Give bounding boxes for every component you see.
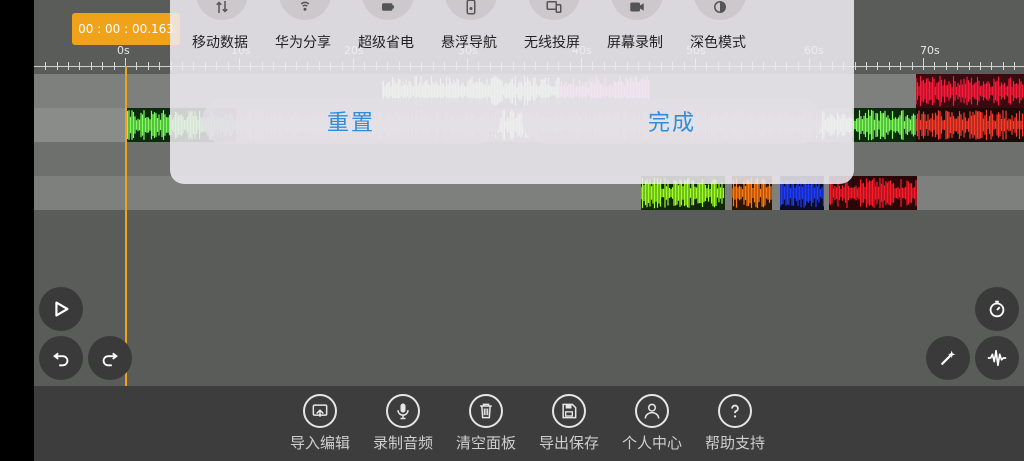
cast-icon bbox=[546, 1, 562, 13]
ruler-tick bbox=[877, 62, 879, 70]
timer-button[interactable] bbox=[975, 287, 1019, 331]
waveform-path bbox=[852, 109, 916, 141]
ruler-tick bbox=[923, 58, 924, 70]
play-icon bbox=[55, 301, 69, 317]
ruler-tick bbox=[56, 62, 58, 70]
ruler-tick bbox=[911, 62, 913, 70]
mic-icon bbox=[397, 403, 409, 420]
waveform-path bbox=[916, 75, 1024, 107]
record-audio-label: 录制音频 bbox=[372, 434, 433, 452]
qs-label-float-nav: 悬浮导航 bbox=[441, 35, 497, 51]
bottom-toolbar: 导入编辑 录制音频 清空面板 导出保存 个人中心 帮助支持 bbox=[34, 386, 1024, 461]
done-button[interactable]: 完成 bbox=[522, 98, 822, 144]
clear-panel-button[interactable]: 清空面板 bbox=[445, 394, 527, 458]
qs-label-battery: 超级省电 bbox=[358, 35, 414, 51]
help-icon bbox=[731, 404, 739, 418]
save-icon bbox=[562, 403, 577, 419]
left-black-bar bbox=[0, 0, 34, 461]
audio-clip[interactable] bbox=[916, 108, 1024, 142]
qs-tile-mobile-data[interactable] bbox=[196, 0, 248, 20]
qs-tile-battery[interactable] bbox=[362, 0, 414, 20]
ruler-tick bbox=[934, 62, 936, 70]
battery-icon bbox=[382, 3, 394, 11]
timer-icon bbox=[989, 300, 1005, 318]
ruler-tick bbox=[968, 62, 970, 70]
user-icon bbox=[644, 403, 660, 419]
ruler-tick bbox=[159, 62, 161, 70]
qs-label-share: 华为分享 bbox=[275, 35, 331, 51]
tick-label-70: 70s bbox=[920, 44, 940, 57]
ruler-tick bbox=[957, 62, 959, 70]
playhead[interactable] bbox=[125, 66, 127, 386]
qs-tile-cast[interactable] bbox=[528, 0, 580, 20]
user-center-button[interactable]: 个人中心 bbox=[611, 394, 693, 458]
audio-clip[interactable] bbox=[916, 74, 1024, 108]
qs-label-screen-record: 屏幕录制 bbox=[607, 35, 663, 51]
qs-label-mobile-data: 移动数据 bbox=[192, 35, 248, 51]
audio-clip[interactable] bbox=[852, 108, 916, 142]
ruler-tick bbox=[1014, 62, 1016, 70]
qs-tile-share[interactable] bbox=[279, 0, 331, 20]
import-edit-button[interactable]: 导入编辑 bbox=[279, 394, 361, 458]
ruler-tick bbox=[79, 62, 81, 70]
float-nav-icon bbox=[466, 0, 476, 15]
ruler-tick bbox=[68, 62, 69, 70]
ruler-tick bbox=[991, 62, 993, 70]
screen-record-icon bbox=[630, 2, 644, 12]
waveform bbox=[916, 109, 1024, 141]
waveform-path bbox=[916, 109, 1024, 141]
ruler-tick bbox=[113, 62, 115, 70]
help-support-button[interactable]: 帮助支持 bbox=[694, 394, 776, 458]
qs-label-cast: 无线投屏 bbox=[524, 35, 580, 51]
play-button[interactable] bbox=[39, 287, 83, 331]
redo-icon bbox=[102, 352, 118, 367]
ruler-tick bbox=[866, 62, 867, 70]
ruler-tick bbox=[136, 62, 138, 70]
share-icon bbox=[300, 1, 310, 11]
ruler-tick bbox=[45, 62, 47, 70]
ruler-tick bbox=[102, 62, 104, 70]
import-icon bbox=[312, 404, 328, 417]
record-audio-button[interactable]: 录制音频 bbox=[362, 394, 444, 458]
clear-panel-label: 清空面板 bbox=[455, 434, 516, 452]
user-center-label: 个人中心 bbox=[621, 434, 682, 452]
ruler-tick bbox=[888, 62, 890, 70]
magic-wand-icon bbox=[940, 350, 956, 366]
quick-settings-panel: 移动数据 华为分享 超级省电 悬浮导航 无线投屏 屏幕录制 深色模式 重置 完成 bbox=[170, 0, 854, 184]
export-save-label: 导出保存 bbox=[538, 434, 599, 452]
export-save-button[interactable]: 导出保存 bbox=[528, 394, 610, 458]
ruler-tick bbox=[90, 62, 92, 70]
reset-button[interactable]: 重置 bbox=[202, 98, 500, 144]
undo-button[interactable] bbox=[39, 336, 83, 380]
ruler-tick bbox=[900, 62, 902, 70]
ruler-tick bbox=[854, 62, 856, 70]
undo-icon bbox=[53, 352, 69, 367]
help-support-label: 帮助支持 bbox=[704, 434, 765, 452]
current-time-badge: 00 : 00 : 00.163 bbox=[72, 13, 180, 45]
ruler-tick bbox=[147, 62, 149, 70]
dark-mode-icon bbox=[714, 1, 726, 13]
waveform bbox=[916, 75, 1024, 107]
qs-tile-float-nav[interactable] bbox=[445, 0, 497, 20]
ruler-tick bbox=[1002, 62, 1004, 70]
ruler-tick bbox=[980, 62, 981, 70]
waveform bbox=[852, 109, 916, 141]
magic-button[interactable] bbox=[926, 336, 970, 380]
tick-label-0: 0s bbox=[117, 44, 130, 57]
qs-tile-dark-mode[interactable] bbox=[694, 0, 746, 20]
trash-icon bbox=[480, 403, 492, 419]
redo-button[interactable] bbox=[88, 336, 132, 380]
waveform-button[interactable] bbox=[975, 336, 1019, 380]
waveform-icon bbox=[987, 349, 1007, 367]
import-edit-label: 导入编辑 bbox=[289, 434, 350, 452]
ruler-tick bbox=[945, 62, 947, 70]
mobile-data-icon bbox=[216, 1, 228, 13]
qs-label-dark-mode: 深色模式 bbox=[690, 35, 746, 51]
qs-tile-screen-record[interactable] bbox=[611, 0, 663, 20]
